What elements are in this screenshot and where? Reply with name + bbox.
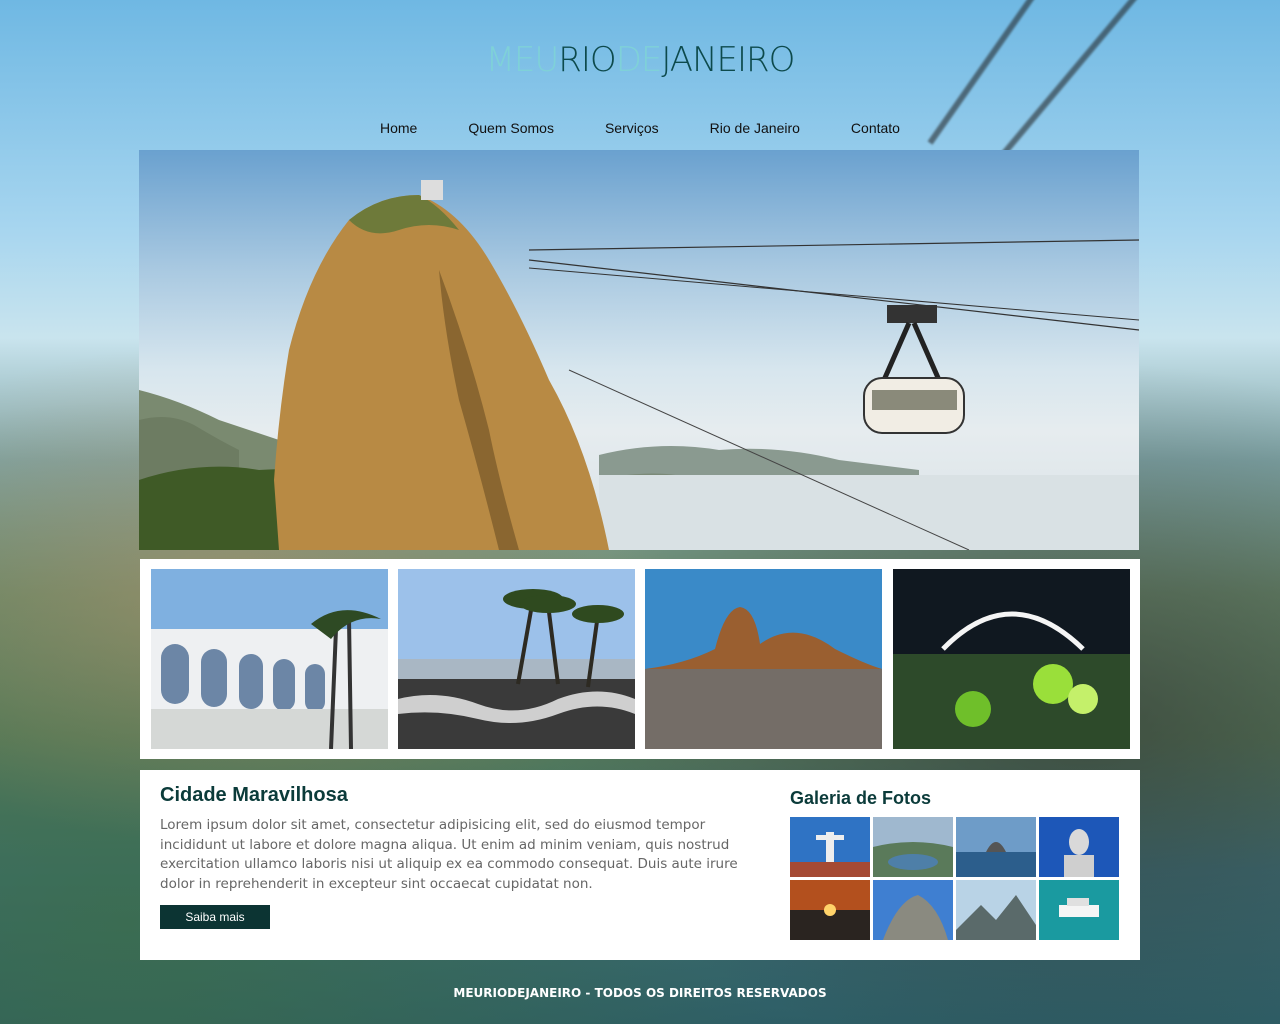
aerial-city-photo [873,817,953,877]
sugarloaf-bay-photo [645,569,882,749]
nav-item-home[interactable]: Home [380,118,417,138]
hero-banner [139,150,1139,550]
thumbnail-4[interactable] [893,569,1130,749]
gallery-photo-1[interactable] [790,817,870,877]
arcos-da-lapa-photo [151,569,388,749]
boat-photo [1039,880,1119,940]
main-navigation: Home Quem Somos Serviços Rio de Janeiro … [380,118,900,138]
christ-statue-closeup-photo [1039,817,1119,877]
nav-item-servicos[interactable]: Serviços [605,118,659,138]
gallery-photo-3[interactable] [956,817,1036,877]
photo-gallery [790,817,1120,940]
thumbnail-1[interactable] [151,569,388,749]
thumbnail-3[interactable] [645,569,882,749]
footer-copyright: MEURIODEJANEIRO - TODOS OS DIREITOS RESE… [453,986,827,1000]
copacabana-palm-trees-photo [398,569,635,749]
thumbnail-2[interactable] [398,569,635,749]
gallery-photo-8[interactable] [1039,880,1119,940]
nav-item-rio-de-janeiro[interactable]: Rio de Janeiro [710,118,800,138]
mountain-view-photo [956,880,1036,940]
saiba-mais-button[interactable]: Saiba mais [160,905,270,929]
sambodromo-carnival-photo [893,569,1130,749]
article-title: Cidade Maravilhosa [160,784,348,806]
christ-redeemer-photo [790,817,870,877]
featured-photos [140,559,1140,759]
gallery-photo-2[interactable] [873,817,953,877]
logo-part-meu: MEU [485,40,560,80]
sugarloaf-cable-car-photo [139,180,1139,550]
gallery-photo-7[interactable] [956,880,1036,940]
nav-item-quem-somos[interactable]: Quem Somos [468,118,554,138]
gallery-photo-6[interactable] [873,880,953,940]
logo-part-janeiro: JANEIRO [661,40,795,80]
article-body: Lorem ipsum dolor sit amet, consectetur … [160,817,738,892]
sunset-photo [790,880,870,940]
bay-view-photo [956,817,1036,877]
logo-part-de: DE [615,40,663,80]
site-logo[interactable]: MEURIODEJANEIRO [0,40,1280,80]
gallery-photo-5[interactable] [790,880,870,940]
gallery-photo-4[interactable] [1039,817,1119,877]
gallery-title: Galeria de Fotos [790,788,932,808]
logo-part-rio: RIO [558,40,616,80]
rock-mountain-photo [873,880,953,940]
content-section: Cidade Maravilhosa Lorem ipsum dolor sit… [140,770,1140,960]
nav-item-contato[interactable]: Contato [851,118,900,138]
